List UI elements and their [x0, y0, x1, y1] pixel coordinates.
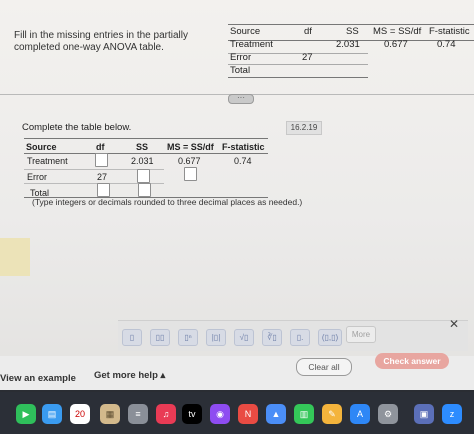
table-header-row: Source df SS MS = SS/df F-statistic: [228, 26, 474, 38]
close-icon[interactable]: ✕: [448, 318, 460, 330]
header-ms: MS = SS/df: [373, 26, 422, 37]
side-highlight: [0, 238, 30, 276]
clear-all-button[interactable]: Clear all: [296, 358, 352, 376]
math-toolbar: ▯ ▯▯ ▯ⁿ |▯| √▯ ∛▯ ▯. (▯,▯) More: [118, 320, 468, 351]
treatment-ss: 2.031: [336, 39, 360, 50]
work-header-ms: MS = SS/df: [167, 142, 214, 152]
appletv-icon[interactable]: tv: [182, 404, 202, 424]
work-treatment-label: Treatment: [27, 156, 68, 166]
error-ms-input[interactable]: [184, 167, 197, 181]
facetime-icon[interactable]: ▶: [16, 404, 36, 424]
work-header-df: df: [96, 142, 105, 152]
work-header-f: F-statistic: [222, 142, 265, 152]
browser-viewport: Fill in the missing entries in the parti…: [0, 0, 474, 390]
calendar-icon[interactable]: 20: [70, 404, 90, 424]
news-icon[interactable]: N: [238, 404, 258, 424]
prompt-line-2: completed one-way ANOVA table.: [14, 42, 164, 53]
table-top-border: [228, 24, 474, 25]
table-row-treatment: Treatment 2.031 0.677 0.74: [228, 39, 474, 51]
total-ss-input[interactable]: [138, 183, 151, 197]
question-id-badge: 16.2.19: [286, 121, 322, 135]
treatment-ms: 0.677: [384, 39, 408, 50]
work-header-source: Source: [26, 142, 57, 152]
work-error-df: 27: [97, 172, 108, 182]
work-header-ss: SS: [136, 142, 149, 152]
numbers-icon[interactable]: ▥: [294, 404, 314, 424]
cube-root-button[interactable]: ∛▯: [262, 329, 282, 346]
work-treatment-ss: 2.031: [131, 156, 154, 166]
table-row-total: Total: [228, 65, 474, 77]
zoom-icon[interactable]: z: [442, 404, 462, 424]
work-treatment-f: 0.74: [234, 156, 252, 166]
check-answer-button[interactable]: Check answer: [375, 353, 449, 369]
work-row-treatment: Treatment 2.031 0.677 0.74: [24, 153, 274, 168]
table-bottom-border: [228, 77, 368, 78]
error-df: 27: [302, 52, 313, 63]
rounding-instruction: (Type integers or decimals rounded to th…: [32, 197, 303, 207]
question-prompt: Fill in the missing entries in the parti…: [14, 30, 204, 54]
exponent-button[interactable]: ▯ⁿ: [178, 329, 198, 346]
appstore-icon[interactable]: A: [350, 404, 370, 424]
maps-icon[interactable]: ▤: [42, 404, 62, 424]
more-button[interactable]: More: [346, 326, 376, 343]
table-row-error: Error 27: [228, 52, 474, 64]
question-header: Fill in the missing entries in the parti…: [0, 0, 474, 96]
treatment-f: 0.74: [437, 39, 456, 50]
fraction-button[interactable]: ▯: [122, 329, 142, 346]
work-treatment-ms: 0.677: [178, 156, 201, 166]
header-f: F-statistic: [429, 26, 470, 37]
decimal-button[interactable]: ▯.: [290, 329, 310, 346]
notes-icon[interactable]: ▦: [100, 404, 120, 424]
reminders-icon[interactable]: ≡: [128, 404, 148, 424]
view-example-link[interactable]: View an example: [0, 373, 76, 384]
pages-icon[interactable]: ✎: [322, 404, 342, 424]
calendar-date: 20: [74, 409, 85, 419]
ordered-pair-button[interactable]: (▯,▯): [318, 329, 342, 346]
expand-more-pill[interactable]: ···: [228, 94, 254, 104]
work-error-label: Error: [27, 172, 47, 182]
treatment-df-input[interactable]: [95, 153, 108, 167]
music-icon[interactable]: ♫: [156, 404, 176, 424]
work-table-top-border: [24, 138, 268, 139]
complete-instruction: Complete the table below.: [22, 122, 132, 133]
total-df-input[interactable]: [97, 183, 110, 197]
work-header-separator: [24, 153, 268, 154]
absolute-value-button[interactable]: |▯|: [206, 329, 226, 346]
finder-icon[interactable]: ▣: [414, 404, 434, 424]
get-more-help-link[interactable]: Get more help ▴: [94, 370, 165, 381]
prompt-line-1: Fill in the missing entries in the parti…: [14, 30, 188, 41]
error-ss-input[interactable]: [137, 169, 150, 183]
header-df: df: [304, 26, 312, 37]
header-ss: SS: [346, 26, 359, 37]
mixed-number-button[interactable]: ▯▯: [150, 329, 170, 346]
total-label: Total: [230, 65, 251, 76]
square-root-button[interactable]: √▯: [234, 329, 254, 346]
error-label: Error: [230, 52, 252, 63]
header-source: Source: [230, 26, 261, 37]
settings-icon[interactable]: ⚙: [378, 404, 398, 424]
podcasts-icon[interactable]: ◉: [210, 404, 230, 424]
keynote-icon[interactable]: ▲: [266, 404, 286, 424]
treatment-label: Treatment: [230, 39, 273, 50]
